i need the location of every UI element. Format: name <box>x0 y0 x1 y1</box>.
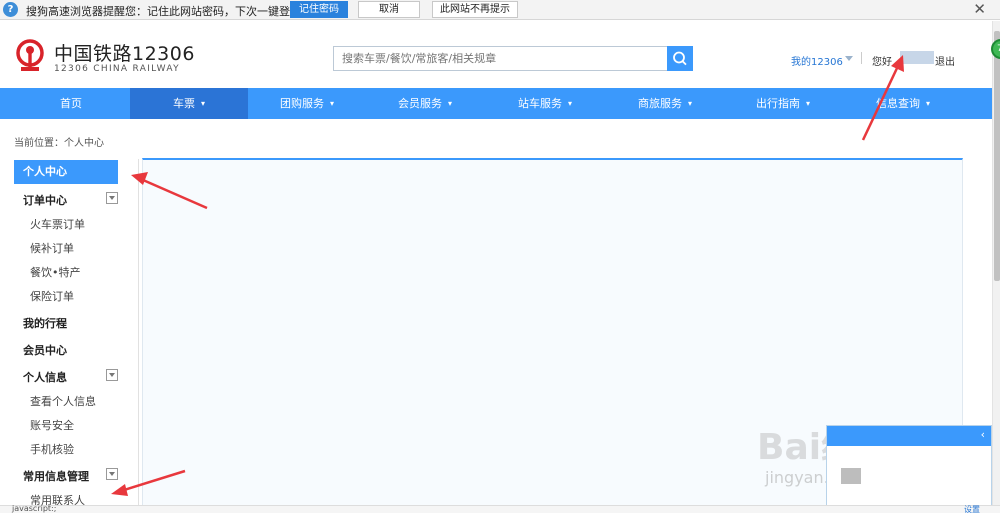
search-icon <box>673 51 687 66</box>
chevron-down-icon: ▾ <box>805 99 810 108</box>
nav-item-station[interactable]: 站车服务 ▾ <box>486 88 604 119</box>
nav-label: 商旅服务 <box>637 97 682 110</box>
chevron-down-icon: ▾ <box>567 99 572 108</box>
sidebar-group-orders[interactable]: 订单中心 <box>14 192 138 208</box>
sidebar-item-phone-verify[interactable]: 手机核验 <box>14 441 138 457</box>
cancel-button[interactable]: 取消 <box>358 1 420 18</box>
floating-widget: ‹ <box>826 425 992 513</box>
sidebar-group-personal-info[interactable]: 个人信息 <box>14 369 138 385</box>
railway-logo-icon[interactable] <box>13 38 47 72</box>
never-prompt-button[interactable]: 此网站不再提示 <box>432 1 518 18</box>
sidebar-item-my-trips[interactable]: 我的行程 <box>14 315 138 331</box>
sidebar-item-train-orders[interactable]: 火车票订单 <box>14 216 138 232</box>
chevron-down-icon: ▾ <box>687 99 692 108</box>
nav-label: 信息查询 <box>875 97 920 110</box>
password-save-bar: ? 搜狗高速浏览器提醒您：记住此网站密码，下次一键登录！ 记住密码 取消 此网站… <box>0 0 1000 20</box>
sidebar-group-common-info[interactable]: 常用信息管理 <box>14 468 138 484</box>
info-icon: ? <box>3 2 18 17</box>
sidebar-item-waitlist[interactable]: 候补订单 <box>14 240 138 256</box>
my12306-link[interactable]: 我的12306 <box>791 53 843 68</box>
collapse-toggle-icon[interactable] <box>106 468 118 480</box>
nav-label: 团购服务 <box>279 97 324 110</box>
chevron-down-icon: ▾ <box>200 99 205 108</box>
widget-header: ‹ <box>827 426 991 446</box>
sidebar-item-account-security[interactable]: 账号安全 <box>14 417 138 433</box>
sidebar-item-view-info[interactable]: 查看个人信息 <box>14 393 138 409</box>
sidebar-item-member-center[interactable]: 会员中心 <box>14 342 138 358</box>
greeting-text: 您好 <box>872 57 892 68</box>
sidebar-item-insurance[interactable]: 保险订单 <box>14 288 138 304</box>
close-icon[interactable]: ✕ <box>973 1 986 18</box>
nav-item-tickets[interactable]: 车票 ▾ <box>130 88 248 119</box>
browser-page: ? 搜狗高速浏览器提醒您：记住此网站密码，下次一键登录！ 记住密码 取消 此网站… <box>0 0 1000 513</box>
chevron-down-icon: ▾ <box>329 99 334 108</box>
nav-item-group-buy[interactable]: 团购服务 ▾ <box>248 88 366 119</box>
brand-title[interactable]: 中国铁路12306 <box>54 39 195 66</box>
collapse-toggle-icon[interactable] <box>106 369 118 381</box>
nav-item-info[interactable]: 信息查询 ▾ <box>844 88 962 119</box>
sidebar-item-personal-center[interactable]: 个人中心 <box>14 160 118 184</box>
nav-item-business[interactable]: 商旅服务 ▾ <box>606 88 724 119</box>
nav-label: 出行指南 <box>755 97 800 110</box>
widget-thumbnail <box>841 468 861 484</box>
status-settings-link[interactable]: 设置 <box>964 504 980 513</box>
username-redacted <box>900 51 934 64</box>
vertical-scrollbar[interactable] <box>992 21 1000 505</box>
chevron-left-icon[interactable]: ‹ <box>981 428 985 441</box>
chevron-down-icon: ▾ <box>925 99 930 108</box>
nav-label: 站车服务 <box>517 97 562 110</box>
collapse-toggle-icon[interactable] <box>106 192 118 204</box>
status-url: javascript:; <box>12 504 57 513</box>
search-input[interactable] <box>333 46 668 71</box>
brand-subtitle: 12306 CHINA RAILWAY <box>54 64 180 74</box>
logout-link[interactable]: 退出 <box>935 53 955 68</box>
status-bar: javascript:; 设置 <box>0 504 1000 513</box>
nav-item-guide[interactable]: 出行指南 ▾ <box>724 88 842 119</box>
scrollbar-thumb[interactable] <box>994 31 1000 281</box>
caret-down-icon[interactable] <box>845 56 853 62</box>
sidebar: 个人中心 订单中心 火车票订单 候补订单 餐饮•特产 保险订单 我的行程 会员中… <box>14 159 139 513</box>
breadcrumb: 当前位置：个人中心 <box>14 138 104 149</box>
password-prompt-message: 搜狗高速浏览器提醒您：记住此网站密码，下次一键登录！ <box>26 5 312 18</box>
site-header: 中国铁路12306 12306 CHINA RAILWAY 我的12306 您好… <box>0 21 1000 88</box>
main-nav: 首页 车票 ▾ 团购服务 ▾ 会员服务 ▾ 站车服务 ▾ 商旅服务 ▾ 出行指南 ▾ 信息查… <box>0 88 994 119</box>
divider <box>861 52 862 64</box>
remember-password-button[interactable]: 记住密码 <box>290 1 348 18</box>
nav-item-member[interactable]: 会员服务 ▾ <box>366 88 484 119</box>
search-button[interactable] <box>667 46 693 71</box>
chevron-down-icon: ▾ <box>447 99 452 108</box>
sidebar-item-food[interactable]: 餐饮•特产 <box>14 264 138 280</box>
nav-label: 会员服务 <box>397 97 442 110</box>
nav-item-home[interactable]: 首页 <box>12 88 130 119</box>
nav-label: 首页 <box>60 97 82 110</box>
nav-label: 车票 <box>172 97 195 110</box>
